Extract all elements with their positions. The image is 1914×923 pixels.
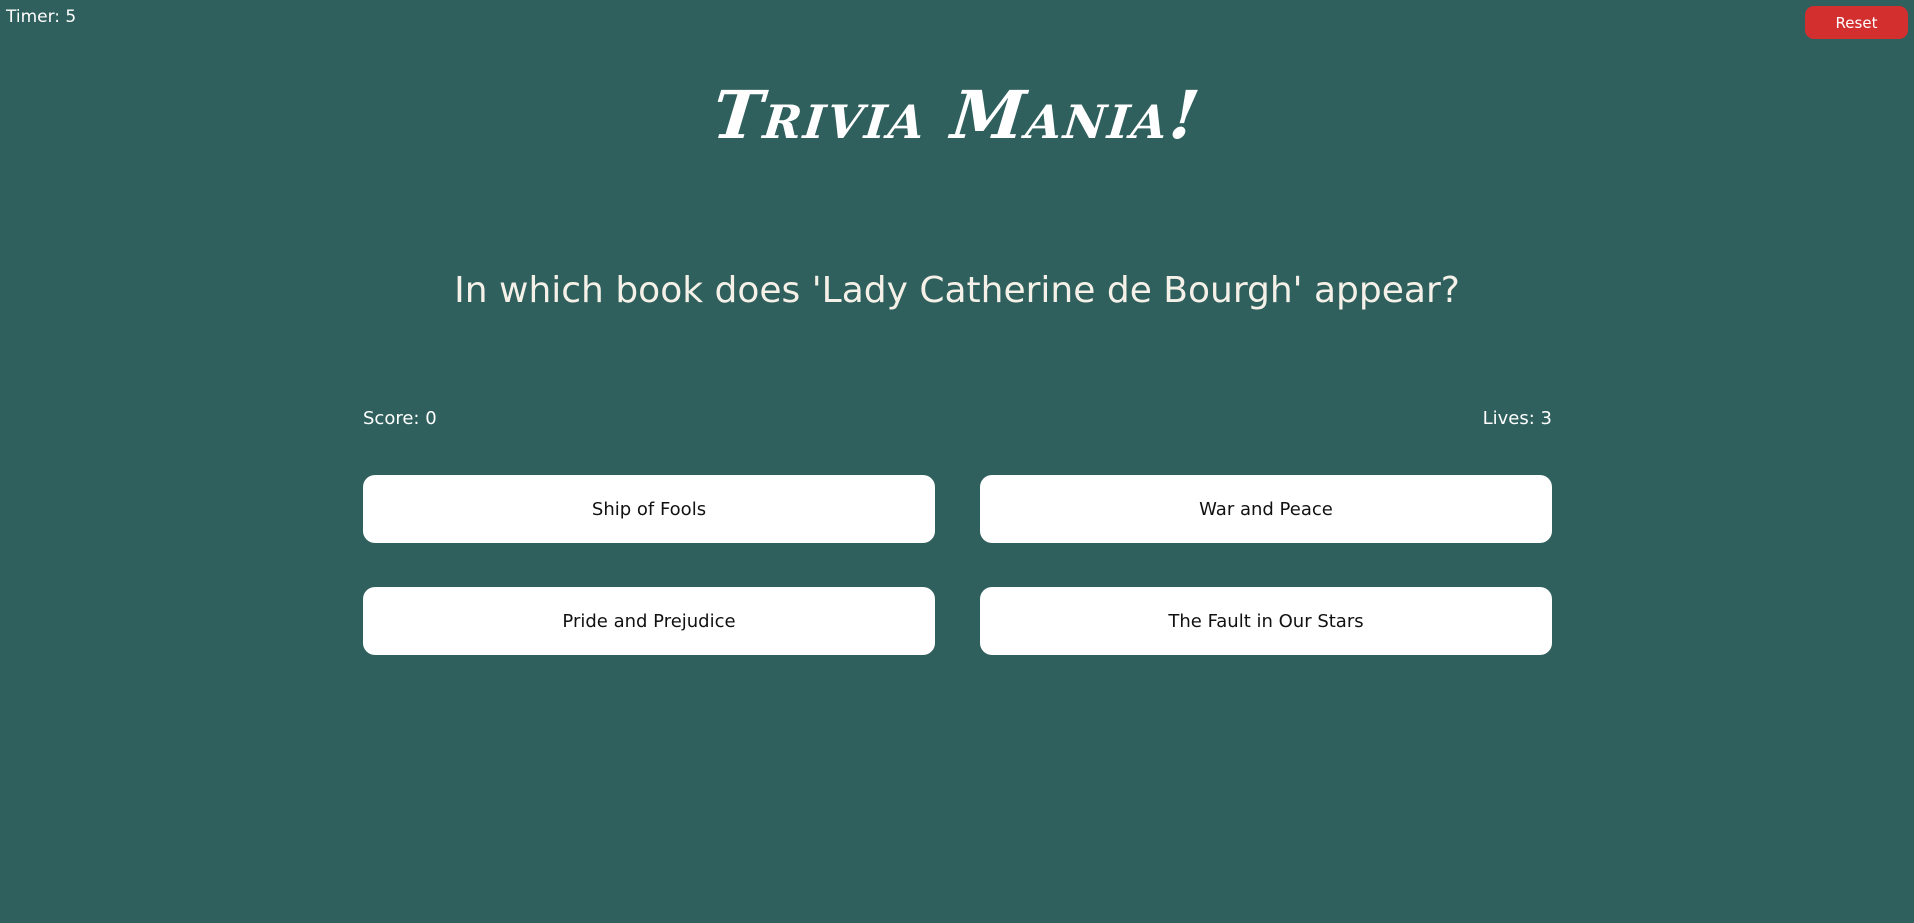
reset-button[interactable]: Reset — [1805, 6, 1908, 39]
page-title: Trivia Mania! — [709, 76, 1205, 154]
answer-button-2[interactable]: War and Peace — [980, 475, 1552, 543]
question-text: In which book does 'Lady Catherine de Bo… — [454, 270, 1460, 311]
answer-button-4[interactable]: The Fault in Our Stars — [980, 587, 1552, 655]
answer-button-1[interactable]: Ship of Fools — [363, 475, 935, 543]
answer-button-3[interactable]: Pride and Prejudice — [363, 587, 935, 655]
timer-display: Timer: 5 — [6, 7, 77, 27]
score-display: Score: 0 — [363, 408, 437, 429]
lives-display: Lives: 3 — [1482, 408, 1552, 429]
answer-grid: Ship of Fools War and Peace Pride and Pr… — [363, 475, 1552, 655]
